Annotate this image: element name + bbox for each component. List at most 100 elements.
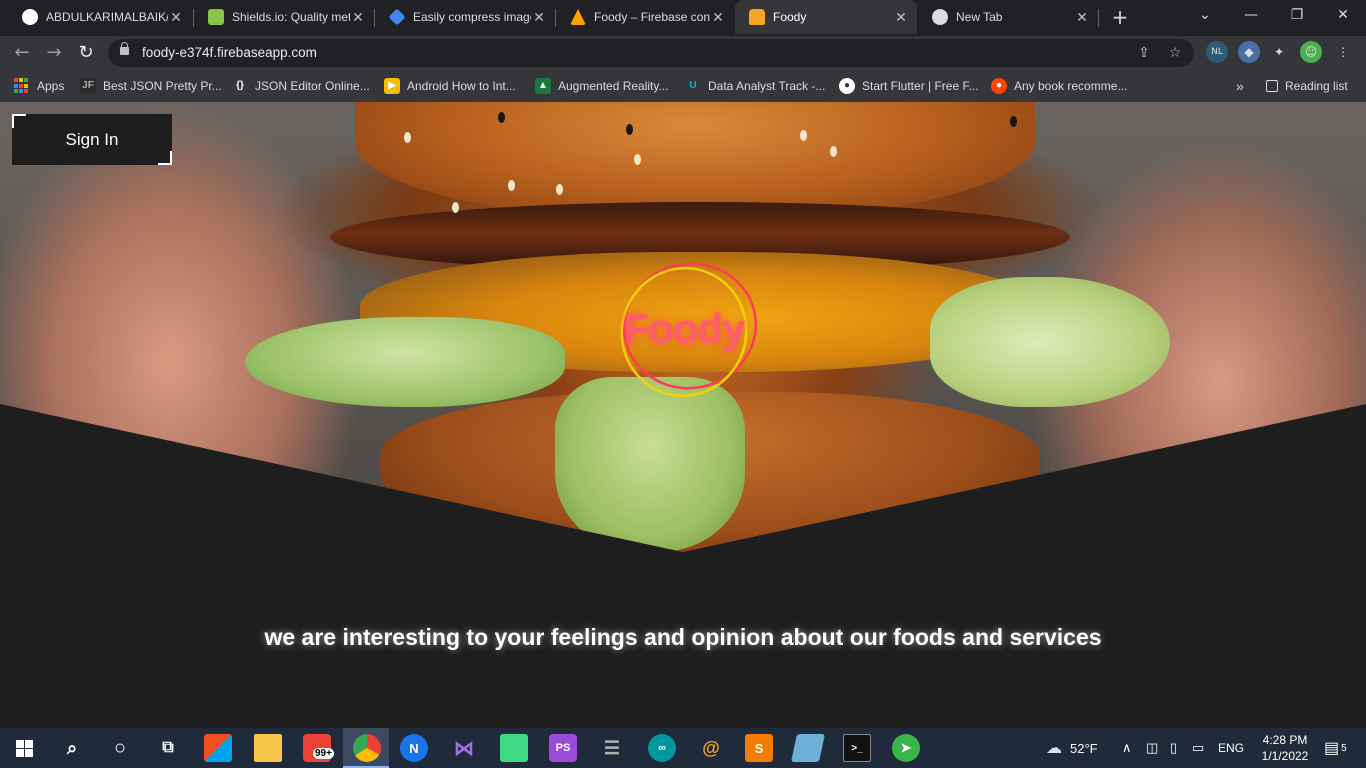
extensions-puzzle-icon[interactable]: ✦ — [1268, 41, 1290, 63]
back-icon[interactable]: ← — [8, 39, 36, 67]
browser-tab[interactable]: Foody – Firebase cons ✕ — [556, 0, 734, 34]
bookmarks-overflow-icon[interactable]: » — [1236, 76, 1244, 96]
close-icon[interactable]: ✕ — [350, 9, 366, 26]
microsoft-store-icon[interactable] — [204, 734, 232, 762]
tab-title: ABDULKARIMALBAIK/ — [46, 10, 168, 24]
github-icon — [22, 9, 38, 25]
burger-lettuce — [930, 277, 1170, 407]
chrome-icon — [932, 9, 948, 25]
bookmark-star-icon[interactable]: ☆ — [1165, 43, 1185, 63]
reload-icon[interactable]: ↻ — [72, 39, 100, 67]
browser-tab[interactable]: ABDULKARIMALBAIK/ ✕ — [8, 0, 192, 34]
app-icon[interactable]: N — [400, 734, 428, 762]
android-studio-icon[interactable] — [500, 734, 528, 762]
tab-title: Foody – Firebase cons — [594, 10, 710, 24]
bookmark-item[interactable]: JF Best JSON Pretty Pr... — [80, 76, 222, 96]
sign-in-button[interactable]: Sign In — [12, 114, 172, 165]
tray-overflow-icon[interactable]: ∧ — [1122, 728, 1132, 768]
restore-icon[interactable]: ❐ — [1274, 0, 1320, 32]
new-tab-button[interactable]: + — [1108, 5, 1132, 29]
menu-kebab-icon[interactable]: ⋮ — [1332, 41, 1354, 63]
search-icon[interactable]: ⌕ — [58, 734, 86, 762]
forward-icon[interactable]: → — [40, 39, 68, 67]
bookmark-label: Android How to Int... — [407, 79, 516, 93]
file-explorer-icon[interactable] — [254, 734, 282, 762]
android-bookmark-icon: ▶ — [384, 78, 400, 94]
sesame-seed — [800, 130, 807, 141]
close-window-icon[interactable]: ✕ — [1320, 0, 1366, 32]
sublime-text-icon[interactable]: S — [745, 734, 773, 762]
firebase-icon — [570, 9, 586, 25]
reading-list-label: Reading list — [1285, 79, 1348, 93]
tab-title: Easily compress image — [413, 10, 531, 24]
chrome-icon[interactable] — [353, 734, 381, 762]
clock[interactable]: 4:28 PM 1/1/2022 — [1252, 732, 1318, 764]
close-icon[interactable]: ✕ — [1074, 9, 1090, 26]
bookmark-item[interactable]: ▲ Augmented Reality... — [535, 76, 669, 96]
sesame-seed — [508, 180, 515, 191]
browser-toolbar: ← → ↻ foody-e374f.firebaseapp.com ⇪ ☆ NL… — [0, 36, 1366, 70]
cloud-icon: ☁ — [1046, 740, 1062, 757]
battery-icon[interactable]: ▭ — [1192, 728, 1204, 768]
sesame-seed — [498, 112, 505, 123]
phpstorm-icon[interactable]: PS — [549, 734, 577, 762]
weather-widget[interactable]: ☁ 52°F — [1046, 728, 1098, 768]
browser-tab[interactable]: Easily compress image ✕ — [375, 0, 555, 34]
gmail-badge: 99+ — [313, 748, 334, 759]
sesame-seed — [452, 202, 459, 213]
extension-nl-icon[interactable]: NL — [1206, 41, 1228, 63]
database-icon[interactable]: ☰ — [598, 734, 626, 762]
close-icon[interactable]: ✕ — [893, 9, 909, 26]
shields-icon — [208, 9, 224, 25]
bookmark-label: Any book recomme... — [1014, 79, 1128, 93]
notes-app-icon[interactable] — [791, 734, 825, 762]
gmail-icon[interactable]: 99+ — [303, 734, 334, 762]
bookmarks-bar: Apps JF Best JSON Pretty Pr... {} JSON E… — [0, 70, 1366, 102]
tagline: we are interesting to your feelings and … — [264, 624, 1102, 650]
task-view-icon[interactable]: ⧉ — [154, 734, 182, 762]
sesame-seed — [634, 154, 641, 165]
browser-tab[interactable]: New Tab ✕ — [918, 0, 1098, 34]
arduino-icon[interactable]: ∞ — [648, 734, 676, 762]
sesame-seed — [1010, 116, 1017, 127]
bookmark-item[interactable]: ▶ Android How to Int... — [384, 76, 516, 96]
lock-icon[interactable] — [120, 42, 129, 55]
minimize-icon[interactable]: — — [1228, 0, 1274, 32]
apps-grid-icon — [14, 78, 30, 94]
mountain-icon: ▲ — [535, 78, 551, 94]
visual-studio-icon[interactable]: ⋈ — [450, 734, 478, 762]
reading-list-button[interactable]: Reading list — [1266, 76, 1348, 96]
reddit-icon: ● — [991, 78, 1007, 94]
foody-favicon — [749, 9, 765, 25]
language-indicator[interactable]: ENG — [1218, 728, 1244, 768]
tab-title: Foody — [773, 10, 807, 24]
terminal-icon[interactable]: >_ — [843, 734, 871, 762]
jf-icon: JF — [80, 78, 96, 94]
browser-tab-active[interactable]: Foody ✕ — [735, 0, 917, 34]
bookmark-label: Best JSON Pretty Pr... — [103, 79, 222, 93]
bookmark-item[interactable]: {} JSON Editor Online... — [232, 76, 370, 96]
address-bar[interactable]: foody-e374f.firebaseapp.com ⇪ ☆ — [108, 39, 1194, 67]
globe-icon: ● — [839, 78, 855, 94]
windows-start-icon[interactable] — [10, 734, 38, 762]
extension-icon[interactable]: ◆ — [1238, 41, 1260, 63]
notifications-icon[interactable]: ▤ 5 — [1324, 728, 1347, 768]
usb-icon[interactable]: ▯ — [1170, 728, 1177, 768]
bookmark-item[interactable]: ● Any book recomme... — [991, 76, 1127, 96]
cortana-icon[interactable]: ○ — [106, 734, 134, 762]
bookmark-item[interactable]: ● Start Flutter | Free F... — [839, 76, 978, 96]
bookmark-item[interactable]: U Data Analyst Track -... — [685, 76, 825, 96]
tab-title: New Tab — [956, 10, 1003, 24]
close-icon[interactable]: ✕ — [168, 9, 184, 26]
close-icon[interactable]: ✕ — [710, 9, 726, 26]
bookmark-apps[interactable]: Apps — [14, 76, 64, 96]
url-text[interactable]: foody-e374f.firebaseapp.com — [142, 45, 317, 60]
browser-tab[interactable]: Shields.io: Quality met ✕ — [194, 0, 374, 34]
profile-avatar[interactable]: ☺ — [1300, 41, 1322, 63]
share-icon[interactable]: ⇪ — [1134, 43, 1154, 63]
tab-search-icon[interactable]: ⌄ — [1182, 0, 1228, 32]
telegram-like-icon[interactable]: ➤ — [892, 734, 920, 762]
close-icon[interactable]: ✕ — [531, 9, 547, 26]
spiral-app-icon[interactable]: @ — [697, 734, 725, 762]
camera-icon[interactable]: ◫ — [1146, 728, 1158, 768]
